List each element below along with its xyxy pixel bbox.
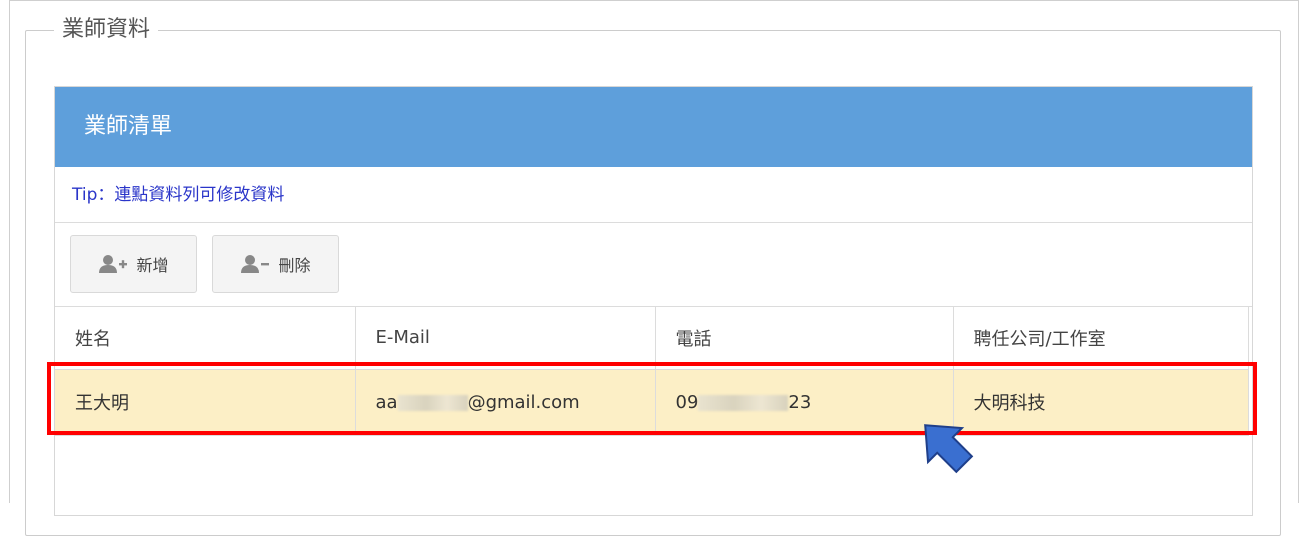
pointer-arrow-icon [914, 414, 976, 480]
panel-title: 業師清單 [55, 87, 1252, 167]
user-add-icon [98, 254, 130, 274]
phone-suffix: 23 [788, 391, 812, 413]
teacher-table: 姓名 E-Mail 電話 聘任公司/工作室 王大明 aa @gmail.com 0… [55, 307, 1249, 436]
user-remove-icon [240, 254, 272, 274]
column-header-email[interactable]: E-Mail [355, 307, 656, 370]
add-button[interactable]: 新增 [70, 235, 197, 293]
delete-button[interactable]: 刪除 [212, 235, 339, 293]
cell-phone: 09 23 [655, 369, 954, 436]
phone-prefix: 09 [675, 391, 699, 413]
table-header-row: 姓名 E-Mail 電話 聘任公司/工作室 [55, 307, 1249, 370]
fieldset-legend: 業師資料 [62, 17, 151, 42]
delete-button-label: 刪除 [278, 256, 311, 275]
tip-text: Tip：連點資料列可修改資料 [55, 167, 1252, 223]
cell-name: 王大明 [55, 369, 356, 436]
email-prefix: aa [375, 391, 398, 413]
table-row[interactable]: 王大明 aa @gmail.com 09 23 大明科技 [55, 369, 1249, 436]
column-header-name[interactable]: 姓名 [55, 307, 356, 370]
column-header-phone[interactable]: 電話 [655, 307, 954, 370]
cell-email: aa @gmail.com [355, 369, 656, 436]
email-domain: @gmail.com [467, 391, 580, 413]
redacted-blur [397, 394, 468, 411]
column-header-company[interactable]: 聘任公司/工作室 [953, 307, 1249, 370]
redacted-blur [698, 394, 789, 411]
teacher-list-panel: 業師清單 Tip：連點資料列可修改資料 新增 刪除 姓名 E-Mail 電話 聘… [54, 86, 1253, 516]
toolbar: 新增 刪除 [55, 223, 1252, 307]
cell-company: 大明科技 [953, 369, 1249, 436]
add-button-label: 新增 [136, 256, 169, 275]
